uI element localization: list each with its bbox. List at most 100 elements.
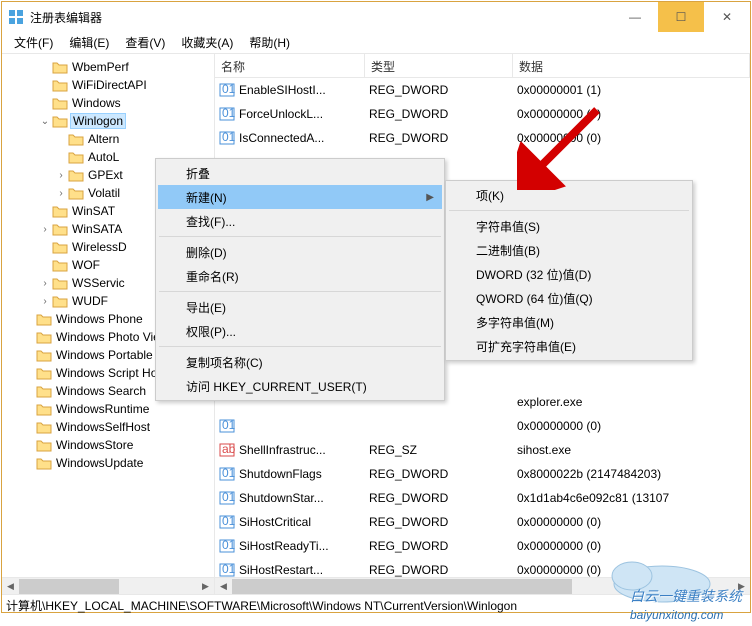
svg-text:011: 011 (222, 418, 235, 432)
tree-item[interactable]: WindowsSelfHost (2, 418, 214, 436)
value-name: 011SiHostReadyTi... (215, 538, 365, 554)
expand-icon[interactable]: › (54, 188, 68, 199)
value-name: 011ShutdownStar... (215, 490, 365, 506)
svg-text:011: 011 (222, 130, 235, 144)
value-data: 0x00000000 (0) (513, 515, 750, 529)
menu-item[interactable]: 文件(F) (6, 32, 61, 53)
expand-icon[interactable]: › (38, 224, 52, 235)
tree-item[interactable]: WiFiDirectAPI (2, 76, 214, 94)
list-row[interactable]: abShellInfrastruc...REG_SZsihost.exe (215, 438, 750, 462)
binary-value-icon: 011 (219, 538, 237, 554)
folder-icon (52, 222, 68, 236)
expand-icon[interactable]: › (38, 278, 52, 289)
binary-value-icon: 011 (219, 514, 237, 530)
menu-item[interactable]: 删除(D) (158, 240, 442, 264)
col-name[interactable]: 名称 (215, 54, 365, 77)
value-data: sihost.exe (513, 443, 750, 457)
svg-text:011: 011 (222, 538, 235, 552)
value-type: REG_DWORD (365, 131, 513, 145)
annotation-arrow-icon (517, 100, 612, 190)
tree-item[interactable]: WindowsUpdate (2, 454, 214, 472)
scroll-right-arrow[interactable]: ▶ (197, 578, 214, 595)
folder-icon (52, 204, 68, 218)
svg-text:011: 011 (222, 514, 235, 528)
value-data: 0x00000000 (0) (513, 419, 750, 433)
col-type[interactable]: 类型 (365, 54, 513, 77)
expand-icon[interactable]: ⌄ (38, 116, 52, 127)
value-name: 011IsConnectedA... (215, 130, 365, 146)
menu-item[interactable]: 查看(V) (117, 32, 173, 53)
menu-item[interactable]: 多字符串值(M) (448, 310, 690, 334)
menu-item[interactable]: 访问 HKEY_CURRENT_USER(T) (158, 374, 442, 398)
tree-item[interactable]: Altern (2, 130, 214, 148)
folder-icon (68, 168, 84, 182)
tree-item[interactable]: WindowsRuntime (2, 400, 214, 418)
value-data: 0x00000001 (1) (513, 83, 750, 97)
tree-label: WirelessD (70, 240, 129, 254)
value-type: REG_SZ (365, 443, 513, 457)
binary-value-icon: 011 (219, 82, 237, 98)
expand-icon[interactable]: › (38, 296, 52, 307)
tree-label: WSServic (70, 276, 127, 290)
folder-icon (52, 294, 68, 308)
list-row[interactable]: 011 0x00000000 (0) (215, 414, 750, 438)
tree-label: WbemPerf (70, 60, 131, 74)
menu-item[interactable]: 查找(F)... (158, 209, 442, 233)
tree-item[interactable]: WbemPerf (2, 58, 214, 76)
menu-item[interactable]: 收藏夹(A) (173, 32, 241, 53)
tree-scrollbar-h[interactable]: ◀ ▶ (2, 577, 214, 594)
scroll-left-arrow[interactable]: ◀ (215, 578, 232, 595)
context-menu[interactable]: 折叠新建(N)▶查找(F)... 删除(D)重命名(R) 导出(E)权限(P)...… (155, 158, 445, 401)
scroll-thumb[interactable] (19, 579, 119, 594)
menu-item[interactable]: 复制项名称(C) (158, 350, 442, 374)
binary-value-icon: 011 (219, 130, 237, 146)
tree-item[interactable]: WindowsStore (2, 436, 214, 454)
close-button[interactable]: ✕ (704, 2, 750, 32)
tree-label: GPExt (86, 168, 125, 182)
menu-item[interactable]: 字符串值(S) (448, 214, 690, 238)
scroll-left-arrow[interactable]: ◀ (2, 578, 19, 595)
menu-separator (159, 346, 441, 347)
tree-label: Winlogon (70, 113, 126, 129)
menu-item[interactable]: 编辑(E) (61, 32, 117, 53)
menu-item[interactable]: 帮助(H) (241, 32, 298, 53)
menu-item[interactable]: 重命名(R) (158, 264, 442, 288)
list-row[interactable]: 011EnableSIHostI...REG_DWORD0x00000001 (… (215, 78, 750, 102)
tree-label: Windows (70, 96, 123, 110)
folder-icon (36, 348, 52, 362)
value-type: REG_DWORD (365, 515, 513, 529)
tree-label: WindowsSelfHost (54, 420, 152, 434)
menu-item[interactable]: 导出(E) (158, 295, 442, 319)
context-submenu-new[interactable]: 项(K)字符串值(S)二进制值(B)DWORD (32 位)值(D)QWORD … (445, 180, 693, 361)
string-value-icon: ab (219, 442, 237, 458)
menu-item[interactable]: 权限(P)... (158, 319, 442, 343)
minimize-button[interactable]: — (612, 2, 658, 32)
menu-item[interactable]: QWORD (64 位)值(Q) (448, 286, 690, 310)
list-row[interactable]: 011IsConnectedA...REG_DWORD0x00000000 (0… (215, 126, 750, 150)
value-data: 0x1d1ab4c6e092c81 (13107 (513, 491, 750, 505)
app-icon (8, 9, 24, 25)
scroll-thumb[interactable] (232, 579, 572, 594)
menu-item[interactable]: DWORD (32 位)值(D) (448, 262, 690, 286)
folder-icon (52, 240, 68, 254)
list-row[interactable]: 011ForceUnlockL...REG_DWORD0x00000000 (0… (215, 102, 750, 126)
list-row[interactable]: 011ShutdownFlagsREG_DWORD0x8000022b (214… (215, 462, 750, 486)
menu-item[interactable]: 新建(N)▶ (158, 185, 442, 209)
tree-label: WOF (70, 258, 102, 272)
list-row[interactable]: 011SiHostCriticalREG_DWORD0x00000000 (0) (215, 510, 750, 534)
folder-icon (68, 132, 84, 146)
menu-item[interactable]: 折叠 (158, 161, 442, 185)
menu-item[interactable]: 可扩充字符串值(E) (448, 334, 690, 358)
value-name: 011EnableSIHostI... (215, 82, 365, 98)
value-data: 0x00000000 (0) (513, 539, 750, 553)
list-row[interactable]: 011ShutdownStar...REG_DWORD0x1d1ab4c6e09… (215, 486, 750, 510)
folder-icon (36, 420, 52, 434)
col-data[interactable]: 数据 (513, 54, 750, 77)
maximize-button[interactable]: ☐ (658, 2, 704, 32)
tree-item[interactable]: Windows (2, 94, 214, 112)
expand-icon[interactable]: › (54, 170, 68, 181)
tree-item[interactable]: ⌄ Winlogon (2, 112, 214, 130)
menu-item[interactable]: 二进制值(B) (448, 238, 690, 262)
watermark-text: 白云一键重装系统baiyunxitong.com (630, 586, 742, 622)
svg-text:ab: ab (222, 442, 235, 456)
